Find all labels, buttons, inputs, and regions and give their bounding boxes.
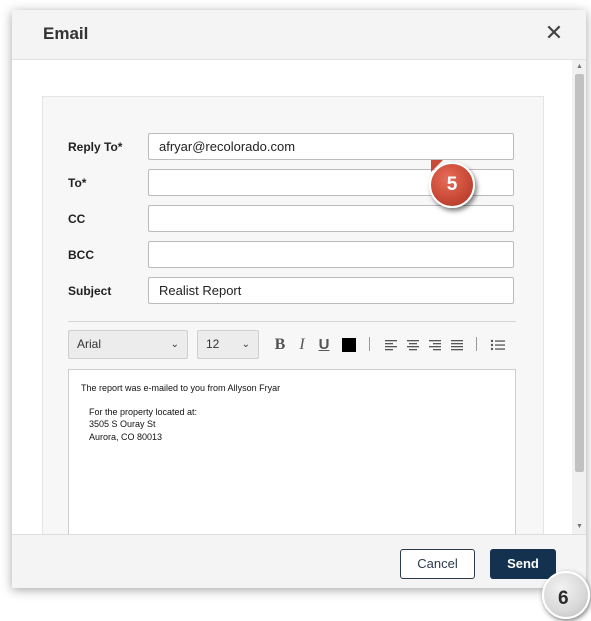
- email-dialog: Email ✕ Reply To* To* CC BCC Subject Ari…: [12, 10, 586, 588]
- editor-line: For the property located at:: [89, 407, 198, 417]
- align-center-icon: [407, 340, 419, 351]
- editor-line: 3505 S Ouray St: [89, 419, 156, 429]
- align-left-button[interactable]: [383, 335, 399, 355]
- align-right-icon: [429, 340, 441, 351]
- font-color-icon: [342, 338, 356, 352]
- reply-to-label: Reply To*: [68, 140, 123, 154]
- to-label: To*: [68, 176, 87, 190]
- bullet-list-button[interactable]: [489, 335, 507, 355]
- cc-label: CC: [68, 212, 86, 226]
- dialog-header: Email ✕: [12, 10, 586, 60]
- editor-line: Aurora, CO 80013: [89, 432, 163, 442]
- align-justify-button[interactable]: [449, 335, 465, 355]
- send-button[interactable]: Send: [490, 549, 556, 579]
- toolbar-separator: [476, 337, 477, 351]
- font-family-value: Arial: [77, 337, 102, 351]
- bcc-field[interactable]: [148, 241, 514, 268]
- align-center-button[interactable]: [405, 335, 421, 355]
- dialog-title: Email: [43, 24, 89, 43]
- dialog-body: Reply To* To* CC BCC Subject Arial ⌄ 12 …: [12, 60, 572, 539]
- step-6-callout: 6: [542, 571, 590, 619]
- scroll-thumb[interactable]: [575, 74, 584, 472]
- bold-button[interactable]: B: [273, 335, 287, 355]
- underline-button[interactable]: U: [317, 335, 331, 355]
- toolbar-separator: [369, 337, 370, 351]
- font-size-select[interactable]: 12 ⌄: [197, 330, 259, 359]
- bcc-label: BCC: [68, 248, 94, 262]
- chevron-down-icon: ⌄: [241, 339, 250, 350]
- font-size-value: 12: [206, 337, 220, 351]
- bullet-list-icon: [490, 339, 505, 351]
- step-5-callout: 5: [429, 162, 475, 208]
- italic-button[interactable]: I: [295, 335, 309, 355]
- editor-line: The report was e-mailed to you from Ally…: [81, 383, 281, 393]
- reply-to-field[interactable]: [148, 133, 514, 160]
- scroll-down-icon[interactable]: ▼: [575, 522, 584, 532]
- align-right-button[interactable]: [427, 335, 443, 355]
- step-6-number: 6: [558, 588, 569, 609]
- font-family-select[interactable]: Arial ⌄: [68, 330, 188, 359]
- cc-field[interactable]: [148, 205, 514, 232]
- cancel-button[interactable]: Cancel: [400, 549, 475, 579]
- message-editor[interactable]: The report was e-mailed to you from Ally…: [68, 369, 516, 539]
- dialog-footer: Cancel Send: [12, 534, 586, 588]
- form-divider: [68, 321, 516, 322]
- email-form: Reply To* To* CC BCC Subject Arial ⌄ 12 …: [42, 96, 544, 539]
- align-left-icon: [385, 340, 397, 351]
- font-color-button[interactable]: [341, 335, 357, 355]
- close-icon[interactable]: ✕: [542, 21, 566, 45]
- align-justify-icon: [451, 340, 463, 351]
- subject-label: Subject: [68, 284, 112, 298]
- vertical-scrollbar[interactable]: ▲ ▼: [572, 60, 586, 534]
- subject-field[interactable]: [148, 277, 514, 304]
- chevron-down-icon: ⌄: [170, 339, 179, 350]
- scroll-up-icon[interactable]: ▲: [575, 62, 584, 72]
